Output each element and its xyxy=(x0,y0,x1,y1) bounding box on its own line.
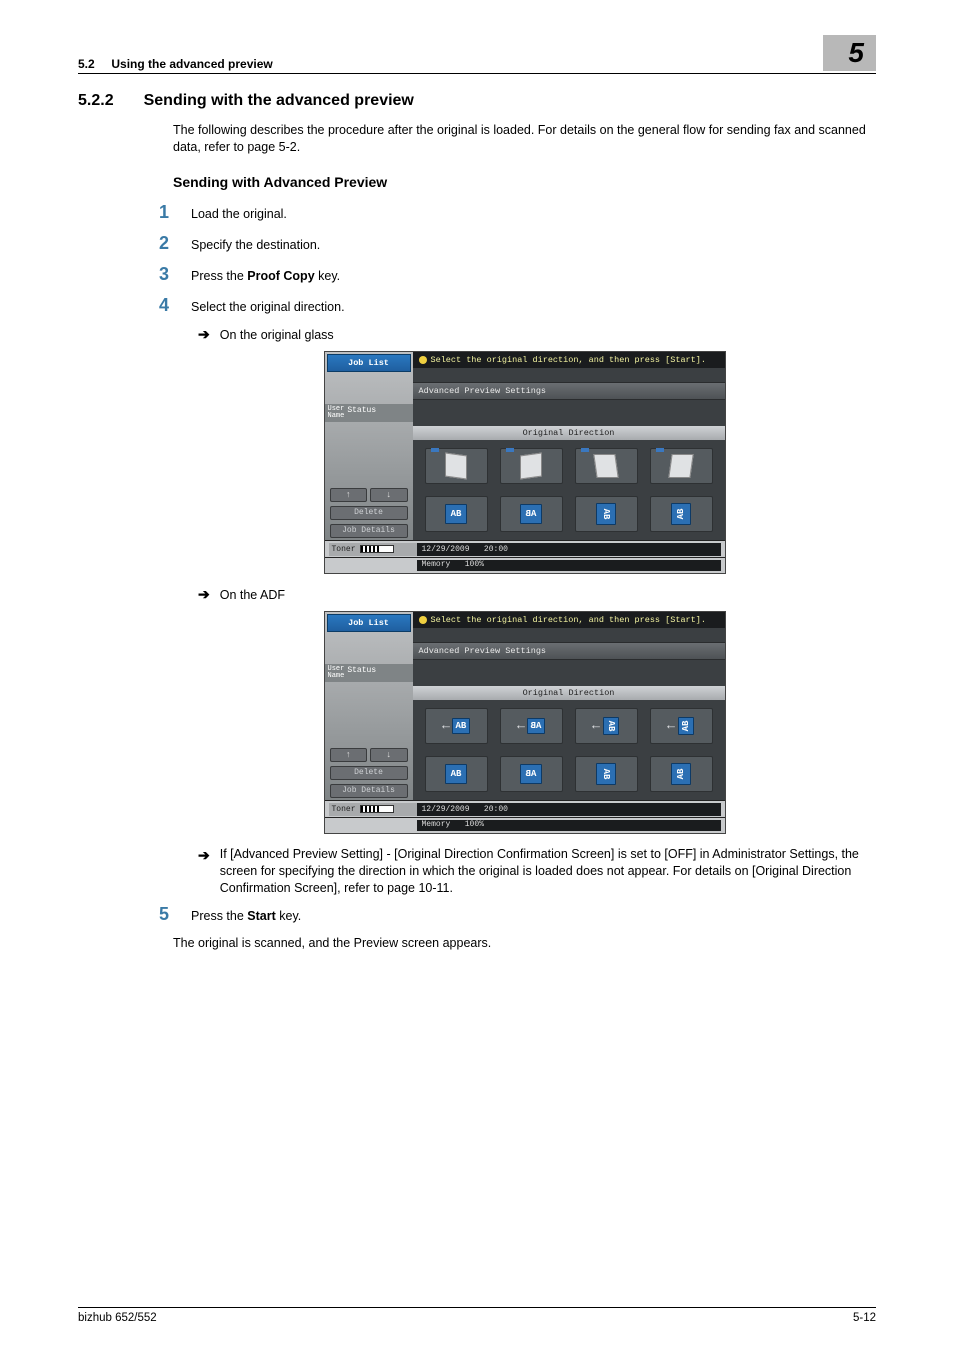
subsection-number: 5.2.2 xyxy=(78,92,114,110)
step-text: Load the original. xyxy=(191,207,287,221)
direction-option-2[interactable]: ←AB xyxy=(500,708,563,744)
step-number: 1 xyxy=(151,202,169,223)
device-screenshot-adf: Job List User Name Status ↑ ↓ Delete Job… xyxy=(324,611,726,834)
step-1: 1 Load the original. xyxy=(151,202,876,223)
direction-option-1[interactable] xyxy=(425,448,488,484)
arrow-icon: ➔ xyxy=(198,586,210,603)
step-5: 5 Press the Start key. xyxy=(151,904,876,925)
toner-label: Toner xyxy=(332,805,356,814)
direction-option-3[interactable]: ←AB xyxy=(575,708,638,744)
arrow-icon: ➔ xyxy=(198,846,210,897)
footer-model: bizhub 652/552 xyxy=(78,1312,157,1324)
original-direction-label: Original Direction xyxy=(413,686,725,700)
step-3: 3 Press the Proof Copy key. xyxy=(151,264,876,285)
user-name-label: User Name xyxy=(328,666,345,680)
substep-glass: ➔ On the original glass xyxy=(198,326,876,343)
step-4: 4 Select the original direction. xyxy=(151,295,876,316)
status-bar: 12/29/2009 20:00 xyxy=(417,803,721,816)
job-list-tab[interactable]: Job List xyxy=(327,614,411,632)
instruction-bar: Select the original direction, and then … xyxy=(413,612,725,628)
toner-gauge xyxy=(360,805,394,813)
info-icon xyxy=(419,616,427,624)
direction-option-6[interactable]: AB xyxy=(500,496,563,532)
info-icon xyxy=(419,356,427,364)
status-bar: 12/29/2009 20:00 xyxy=(417,543,721,556)
status-label: Status xyxy=(347,666,376,680)
feed-arrow-icon: ← xyxy=(517,718,525,733)
direction-option-3[interactable] xyxy=(575,448,638,484)
substep-label: On the original glass xyxy=(220,328,334,342)
scroll-up-button[interactable]: ↑ xyxy=(330,748,368,762)
step-5-result: The original is scanned, and the Preview… xyxy=(173,935,876,952)
direction-option-7[interactable]: AB xyxy=(575,756,638,792)
direction-option-4[interactable]: ←AB xyxy=(650,708,713,744)
step-number: 4 xyxy=(151,295,169,316)
job-details-button[interactable]: Job Details xyxy=(330,524,408,538)
arrow-icon: ➔ xyxy=(198,326,210,343)
instruction-bar: Select the original direction, and then … xyxy=(413,352,725,368)
status-label: Status xyxy=(347,406,376,420)
direction-option-6[interactable]: AB xyxy=(500,756,563,792)
header-section-ref: 5.2 xyxy=(78,57,95,71)
step-2: 2 Specify the destination. xyxy=(151,233,876,254)
feed-arrow-icon: ← xyxy=(667,718,675,733)
advanced-preview-settings-bar: Advanced Preview Settings xyxy=(413,382,725,400)
delete-button[interactable]: Delete xyxy=(330,506,408,520)
substep-label: On the ADF xyxy=(220,588,285,602)
intro-paragraph: The following describes the procedure af… xyxy=(173,122,876,156)
feed-arrow-icon: ← xyxy=(442,718,450,733)
scroll-down-button[interactable]: ↓ xyxy=(370,748,408,762)
header-section-title: Using the advanced preview xyxy=(111,57,272,71)
device-screenshot-glass: Job List User Name Status ↑ ↓ Delete Job… xyxy=(324,351,726,574)
job-list-tab[interactable]: Job List xyxy=(327,354,411,372)
toner-label: Toner xyxy=(332,545,356,554)
direction-option-1[interactable]: ←AB xyxy=(425,708,488,744)
direction-option-5[interactable]: AB xyxy=(425,756,488,792)
direction-option-5[interactable]: AB xyxy=(425,496,488,532)
direction-option-8[interactable]: AB xyxy=(650,756,713,792)
step-number: 2 xyxy=(151,233,169,254)
direction-option-8[interactable]: AB xyxy=(650,496,713,532)
toner-gauge xyxy=(360,545,394,553)
note-advanced-preview: ➔ If [Advanced Preview Setting] - [Origi… xyxy=(198,846,876,897)
advanced-preview-settings-bar: Advanced Preview Settings xyxy=(413,642,725,660)
job-details-button[interactable]: Job Details xyxy=(330,784,408,798)
scroll-up-button[interactable]: ↑ xyxy=(330,488,368,502)
step-number: 5 xyxy=(151,904,169,925)
step-text: Press the Start key. xyxy=(191,909,301,923)
step-text: Specify the destination. xyxy=(191,238,320,252)
page-header: 5.2 Using the advanced preview 5 xyxy=(78,35,876,74)
feed-arrow-icon: ← xyxy=(592,718,600,733)
footer-page-number: 5-12 xyxy=(853,1312,876,1324)
subsection-title: Sending with the advanced preview xyxy=(144,92,414,110)
step-number: 3 xyxy=(151,264,169,285)
direction-option-7[interactable]: AB xyxy=(575,496,638,532)
substep-adf: ➔ On the ADF xyxy=(198,586,876,603)
delete-button[interactable]: Delete xyxy=(330,766,408,780)
scroll-down-button[interactable]: ↓ xyxy=(370,488,408,502)
user-name-label: User Name xyxy=(328,406,345,420)
note-text: If [Advanced Preview Setting] - [Origina… xyxy=(220,846,876,897)
direction-option-4[interactable] xyxy=(650,448,713,484)
step-text: Select the original direction. xyxy=(191,300,345,314)
chapter-number-badge: 5 xyxy=(823,35,876,71)
step-text: Press the Proof Copy key. xyxy=(191,269,340,283)
procedure-heading: Sending with Advanced Preview xyxy=(173,174,876,190)
original-direction-label: Original Direction xyxy=(413,426,725,440)
direction-option-2[interactable] xyxy=(500,448,563,484)
